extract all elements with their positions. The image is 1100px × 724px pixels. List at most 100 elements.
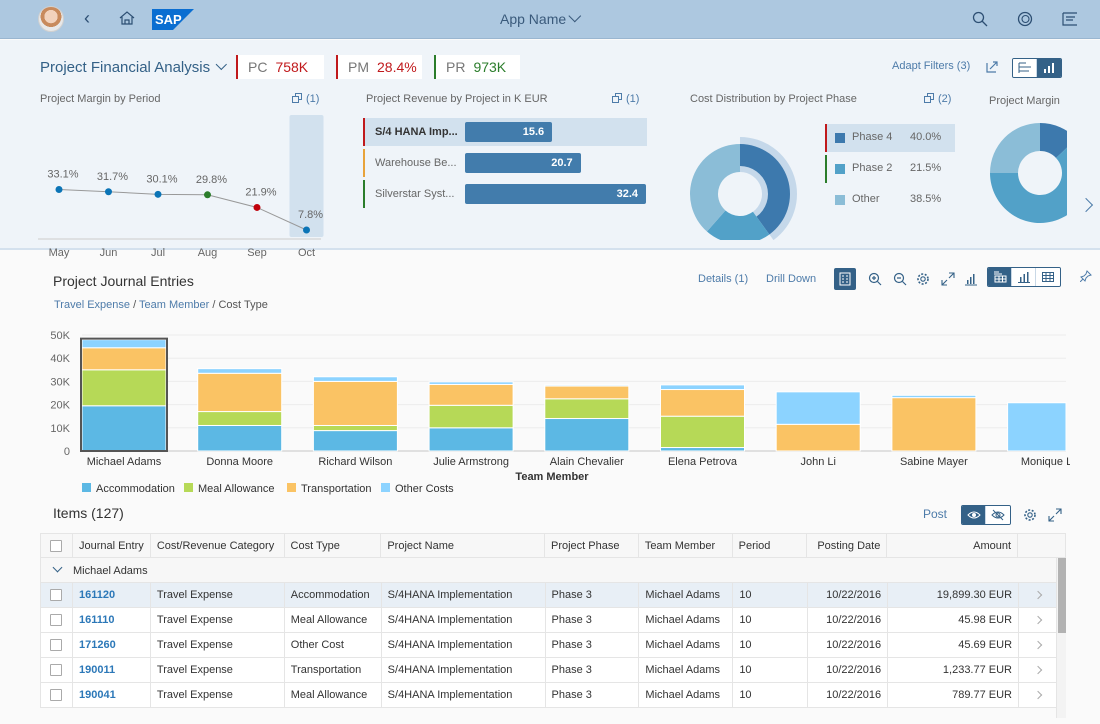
copilot-icon[interactable] — [1016, 10, 1034, 28]
journal-entry-link[interactable]: 190041 — [73, 683, 151, 707]
row-navigation[interactable] — [1019, 583, 1056, 607]
row-checkbox[interactable] — [50, 689, 63, 701]
bar-segment-accommodation[interactable] — [197, 424, 283, 452]
cost-card-count[interactable]: (2) — [924, 93, 951, 105]
row-navigation[interactable] — [1019, 683, 1056, 707]
kpi-pr[interactable]: PR 973K — [434, 55, 520, 79]
bar-segment-accommodation[interactable] — [312, 430, 398, 452]
chart-view-button[interactable] — [1037, 59, 1061, 77]
row-navigation[interactable] — [1019, 633, 1056, 657]
table-only-view-button[interactable] — [1036, 268, 1060, 286]
bar-segment-other-costs[interactable] — [544, 384, 630, 387]
select-all-checkbox[interactable] — [50, 539, 63, 552]
list-view-button[interactable] — [1013, 59, 1037, 77]
bar-segment-transportation[interactable] — [775, 423, 861, 452]
row-checkbox[interactable] — [50, 639, 63, 651]
bar-segment-accommodation[interactable] — [428, 427, 514, 452]
settings-icon[interactable] — [916, 272, 930, 286]
group-header-row[interactable]: Michael Adams — [40, 558, 1056, 583]
margin-point-may[interactable] — [55, 186, 63, 194]
bar-segment-transportation[interactable] — [660, 389, 745, 417]
bar-group-julie-armstrong[interactable] — [428, 381, 514, 452]
bar-group-donna-moore[interactable] — [197, 368, 283, 452]
chart-table-view-button[interactable] — [988, 268, 1012, 286]
margin-point-sep[interactable] — [253, 203, 261, 211]
bar-segment-transportation[interactable] — [428, 383, 514, 406]
bar-segment-other-costs[interactable] — [81, 339, 167, 349]
bar-segment-accommodation[interactable] — [660, 447, 745, 452]
bar-segment-accommodation[interactable] — [81, 405, 167, 452]
kpi-pc[interactable]: PC 758K — [236, 55, 324, 79]
table-row[interactable]: 171260 Travel Expense Other Cost S/4HANA Im… — [40, 633, 1056, 658]
revenue-row[interactable]: Silverstar Syst... 32.4 — [363, 180, 647, 208]
bar-group-alain-chevalier[interactable] — [544, 384, 630, 452]
back-icon[interactable]: ‹ — [84, 8, 90, 29]
search-icon[interactable] — [971, 10, 989, 28]
revenue-card-count[interactable]: (1) — [612, 93, 639, 105]
drill-down-link[interactable]: Drill Down — [766, 273, 816, 285]
col-project-name[interactable]: Project Name — [381, 534, 545, 557]
table-fullscreen-icon[interactable] — [1048, 508, 1062, 522]
breadcrumb-link[interactable]: Team Member — [139, 299, 209, 311]
app-title-menu[interactable]: App Name — [500, 9, 582, 27]
margin-point-jun[interactable] — [105, 188, 112, 196]
row-checkbox[interactable] — [50, 589, 63, 601]
revenue-row[interactable]: Warehouse Be... 20.7 — [363, 149, 647, 177]
journal-entry-link[interactable]: 190011 — [73, 658, 151, 682]
bar-segment-meal-allowance[interactable] — [312, 424, 398, 432]
variant-selector[interactable]: Project Financial Analysis — [40, 58, 228, 76]
bar-segment-meal-allowance[interactable] — [660, 415, 745, 449]
bar-segment-transportation[interactable] — [81, 347, 167, 371]
legend-item-accommodation[interactable]: Accommodation — [82, 483, 175, 495]
col-category[interactable]: Cost/Revenue Category — [151, 534, 285, 557]
row-checkbox[interactable] — [50, 614, 63, 626]
home-icon[interactable] — [118, 9, 136, 27]
bar-segment-other-costs[interactable] — [1007, 402, 1067, 452]
table-row[interactable]: 190041 Travel Expense Meal Allowance S/4HAN… — [40, 683, 1056, 708]
zoom-out-icon[interactable] — [893, 272, 907, 286]
adapt-filters-link[interactable]: Adapt Filters (3) — [892, 60, 970, 72]
legend-item-transportation[interactable]: Transportation — [287, 483, 372, 495]
row-checkbox[interactable] — [50, 664, 63, 676]
fullscreen-icon[interactable] — [941, 272, 955, 286]
col-team-member[interactable]: Team Member — [639, 534, 733, 557]
zoom-in-icon[interactable] — [868, 272, 882, 286]
legend-item-other-costs[interactable]: Other Costs — [381, 483, 454, 495]
bar-segment-transportation[interactable] — [891, 397, 977, 452]
legend-item-meal-allowance[interactable]: Meal Allowance — [184, 483, 274, 495]
col-journal-entry[interactable]: Journal Entry — [73, 534, 151, 557]
cost-donut-chart[interactable] — [684, 110, 804, 240]
pin-icon[interactable] — [1080, 270, 1092, 282]
bar-segment-other-costs[interactable] — [775, 391, 861, 425]
row-navigation[interactable] — [1019, 658, 1056, 682]
chart-type-icon[interactable] — [964, 272, 978, 286]
journal-stacked-bar-chart[interactable]: 0 10K 20K 30K 40K 50K Michael Adams Donna Moore… — [40, 325, 1070, 500]
avatar[interactable] — [38, 6, 64, 32]
bar-segment-transportation[interactable] — [197, 372, 283, 413]
bar-segment-meal-allowance[interactable] — [428, 404, 514, 429]
bar-segment-other-costs[interactable] — [428, 381, 514, 385]
table-settings-icon[interactable] — [1023, 508, 1037, 522]
margin-line-chart[interactable]: 33.1% May 31.7% Jun 30.1% Jul 29.8% Aug 21.9% Sep… — [38, 115, 338, 265]
bar-group-michael-adams[interactable] — [81, 339, 167, 452]
next-card-arrow[interactable] — [1078, 197, 1094, 213]
bar-group-richard-wilson[interactable] — [312, 376, 398, 452]
bar-group-elena-petrova[interactable] — [660, 384, 745, 452]
bar-group-sabine-mayer[interactable] — [891, 394, 977, 452]
table-row[interactable]: 190011 Travel Expense Transportation S/4HAN… — [40, 658, 1056, 683]
hide-button[interactable] — [986, 506, 1010, 524]
show-button[interactable] — [962, 506, 986, 524]
col-project-phase[interactable]: Project Phase — [545, 534, 639, 557]
margin-point-oct[interactable] — [303, 226, 310, 234]
bar-segment-other-costs[interactable] — [891, 394, 977, 399]
scrollbar-thumb[interactable] — [1058, 558, 1066, 633]
details-link[interactable]: Details (1) — [698, 273, 748, 285]
margin-point-aug[interactable] — [204, 191, 211, 199]
post-button[interactable]: Post — [923, 507, 947, 521]
bar-segment-meal-allowance[interactable] — [544, 398, 630, 420]
donut-legend-item[interactable]: Phase 4 40.0% — [825, 124, 955, 152]
bar-segment-transportation[interactable] — [544, 385, 630, 400]
journal-entry-link[interactable]: 171260 — [73, 633, 151, 657]
bar-segment-other-costs[interactable] — [660, 384, 745, 391]
revenue-row[interactable]: S/4 HANA Imp... 15.6 — [363, 118, 647, 146]
